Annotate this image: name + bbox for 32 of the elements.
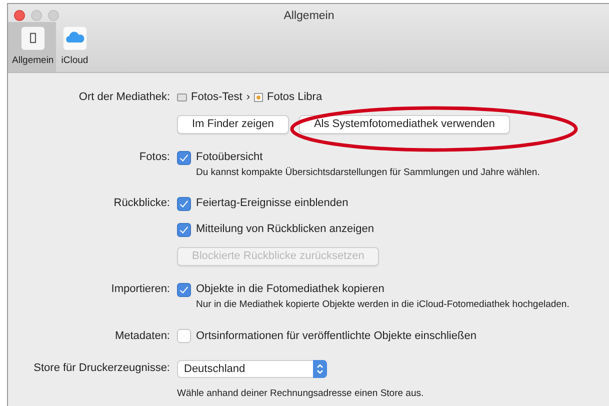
- checkbox-label: Feiertag-Ereignisse einblenden: [196, 196, 348, 212]
- checkbox[interactable]: [177, 329, 191, 343]
- setting-label: Ort der Mediathek:: [78, 90, 170, 105]
- drive-icon: [177, 93, 187, 102]
- hint-text: Du kannst kompakte Übersichtsdarstellungen für Sammlungen und Jahre wählen.: [195, 166, 540, 180]
- checkbox-label: Objekte in die Fotomediathek kopieren: [196, 282, 384, 298]
- setting-label: Rückblicke:: [112, 196, 170, 212]
- path-separator: ›: [246, 90, 250, 105]
- preferences-tab[interactable]: iCloud: [56, 22, 92, 72]
- setting-label: Store für Druckerzeugnisse:: [32, 360, 170, 376]
- setting-label: Metadaten:: [114, 328, 170, 344]
- push-button[interactable]: Als Systemfotomediathek verwenden: [298, 115, 510, 134]
- stepper-icon: [313, 360, 327, 378]
- checkbox[interactable]: [177, 222, 191, 237]
- window-title: Allgemein: [284, 9, 334, 24]
- checkbox-label: Mitteilung von Rückblicken anzeigen: [196, 222, 374, 238]
- checkbox[interactable]: [177, 150, 191, 164]
- push-button[interactable]: Im Finder zeigen: [177, 115, 289, 134]
- hint-text: Wähle anhand deiner Rechnungsadresse einen Store aus.: [177, 386, 424, 400]
- store-select[interactable]: Deutschland: [177, 360, 327, 378]
- setting-label: Fotos:: [138, 150, 170, 165]
- library-icon: [254, 93, 264, 102]
- hint-text: Nur in die Mediathek kopierte Objekte werden in die iCloud-Fotomediathek hochgeladen.: [195, 298, 570, 312]
- checkbox-label: Fotoübersicht: [196, 150, 263, 165]
- checkbox[interactable]: [177, 196, 191, 211]
- checkbox-label: Ortsinformationen für veröffentlichte Objekte einschließen: [196, 328, 476, 344]
- path-segment[interactable]: Fotos-Test: [191, 89, 242, 106]
- checkbox[interactable]: [177, 282, 191, 297]
- close-button[interactable]: [14, 10, 25, 21]
- path-segment[interactable]: Fotos Libra: [267, 89, 322, 106]
- setting-label: Importieren:: [110, 282, 170, 298]
- preferences-tab[interactable]: Allgemein: [8, 22, 56, 72]
